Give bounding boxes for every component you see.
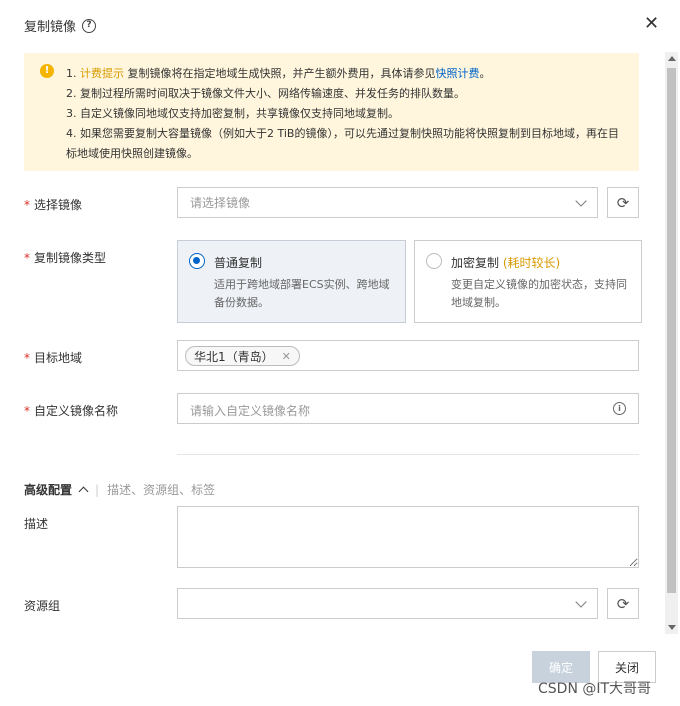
required-mark: * [24, 251, 30, 265]
normal-copy-option[interactable]: 普通复制 适用于跨地域部署ECS实例、跨地域备份数据。 [177, 240, 406, 323]
target-region-label-text: 目标地域 [34, 351, 83, 365]
close-icon[interactable]: ✕ [644, 14, 659, 34]
encrypted-copy-desc: 变更自定义镜像的加密状态，支持同地域复制。 [451, 278, 627, 309]
notice-line-1-text: 复制镜像将在指定地域生成快照，并产生额外费用，具体请参见 [124, 67, 436, 80]
billing-notice: ! 1. 计费提示 复制镜像将在指定地域生成快照，并产生额外费用，具体请参见快照… [24, 53, 639, 171]
region-tag: 华北1（青岛） ✕ [185, 346, 300, 366]
required-mark: * [24, 404, 30, 418]
dialog-title-text: 复制镜像 [24, 20, 77, 35]
region-tag-label: 华北1（青岛） [194, 349, 274, 364]
select-image-label: * 选择镜像 [24, 196, 82, 213]
normal-copy-title: 普通复制 [214, 256, 263, 270]
notice-line-1-prefix: 1. [66, 67, 80, 80]
copy-type-label-text: 复制镜像类型 [34, 251, 107, 265]
scrollbar-thumb[interactable] [667, 68, 676, 593]
resource-group-select[interactable] [177, 588, 598, 619]
remove-tag-icon[interactable]: ✕ [282, 350, 291, 363]
snapshot-billing-link[interactable]: 快照计费 [436, 67, 480, 80]
advanced-config-toggle[interactable]: 高级配置 | 描述、资源组、标签 [24, 481, 215, 498]
select-image-label-text: 选择镜像 [34, 198, 83, 212]
encrypted-copy-title-text: 加密复制 [451, 256, 500, 270]
advanced-config-title: 高级配置 [24, 483, 73, 497]
custom-name-label: * 自定义镜像名称 [24, 402, 118, 419]
image-select-placeholder: 请选择镜像 [190, 196, 251, 210]
vertical-scrollbar[interactable] [665, 52, 678, 634]
copy-image-dialog: 复制镜像 ? ✕ ! 1. 计费提示 复制镜像将在指定地域生成快照，并产生额外费… [0, 0, 680, 706]
notice-line-1-end: 。 [479, 67, 491, 80]
chevron-down-icon [575, 595, 587, 608]
resource-group-label: 资源组 [24, 599, 61, 613]
custom-name-input[interactable]: 请输入自定义镜像名称 i [177, 393, 639, 424]
radio-selected-icon[interactable] [189, 253, 205, 269]
encrypted-copy-tag: (耗时较长) [502, 256, 561, 270]
notice-line-2: 2. 复制过程所需时间取决于镜像文件大小、网络传输速度、并发任务的排队数量。 [66, 87, 465, 100]
notice-line-4: 4. 如果您需要复制大容量镜像（例如大于2 TiB的镜像），可以先通过复制快照功… [66, 127, 619, 160]
encrypted-copy-option[interactable]: 加密复制 (耗时较长) 变更自定义镜像的加密状态，支持同地域复制。 [414, 240, 642, 323]
help-icon[interactable]: ? [82, 18, 97, 33]
chevron-down-icon [575, 194, 587, 207]
custom-name-label-text: 自定义镜像名称 [34, 404, 119, 418]
description-textarea[interactable] [177, 506, 639, 568]
radio-unselected-icon[interactable] [426, 253, 442, 269]
target-region-label: * 目标地域 [24, 349, 82, 366]
notice-line-3: 3. 自定义镜像同地域仅支持加密复制，共享镜像仅支持同地域复制。 [66, 107, 399, 120]
description-label: 描述 [24, 517, 49, 531]
normal-copy-desc: 适用于跨地域部署ECS实例、跨地域备份数据。 [214, 278, 390, 309]
info-icon[interactable]: i [613, 402, 626, 415]
section-divider [177, 454, 639, 455]
encrypted-copy-title: 加密复制 (耗时较长) [451, 253, 629, 273]
notice-line-1: 1. 计费提示 复制镜像将在指定地域生成快照，并产生额外费用，具体请参见快照计费… [66, 64, 625, 84]
custom-name-placeholder: 请输入自定义镜像名称 [190, 404, 311, 418]
image-select[interactable]: 请选择镜像 [177, 187, 598, 218]
scroll-up-icon[interactable] [668, 56, 676, 61]
refresh-icon[interactable]: ⟳ [607, 187, 639, 218]
chevron-up-icon [78, 486, 89, 497]
required-mark: * [24, 351, 30, 365]
advanced-config-hint: 描述、资源组、标签 [107, 483, 216, 497]
warning-icon: ! [40, 64, 54, 78]
required-mark: * [24, 198, 30, 212]
copy-type-label: * 复制镜像类型 [24, 249, 106, 266]
watermark: CSDN @IT大哥哥 [538, 681, 652, 697]
target-region-select[interactable]: 华北1（青岛） ✕ [177, 340, 639, 371]
refresh-icon[interactable]: ⟳ [607, 588, 639, 619]
dialog-title: 复制镜像 ? [24, 16, 97, 35]
scroll-down-icon[interactable] [668, 625, 676, 630]
billing-tip-label: 计费提示 [80, 67, 124, 80]
advanced-separator: | [95, 482, 100, 497]
